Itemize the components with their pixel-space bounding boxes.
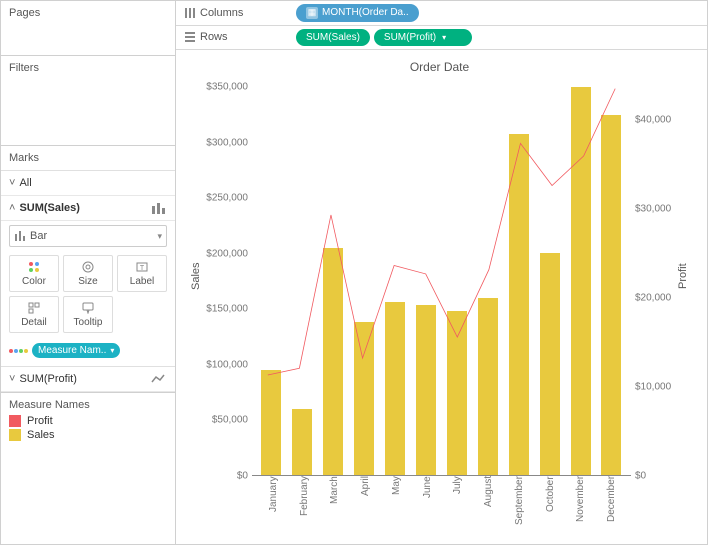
- x-tick: June: [422, 476, 433, 536]
- profit-line[interactable]: [268, 89, 615, 375]
- x-tick: August: [483, 476, 494, 536]
- marks-all-row[interactable]: ˅ All: [1, 171, 175, 196]
- y-tick-left: $200,000: [204, 248, 252, 259]
- measure-names-pill[interactable]: Measure Nam.. ▾: [32, 343, 120, 358]
- size-icon: [66, 260, 110, 274]
- chevron-up-icon: ˄: [9, 202, 15, 214]
- dropdown-icon: ▾: [110, 346, 114, 355]
- marks-sumsales-row[interactable]: ˄ SUM(Sales): [1, 196, 175, 221]
- columns-icon: [184, 7, 200, 19]
- month-pill[interactable]: ▦ MONTH(Order Da..: [296, 4, 419, 22]
- filters-pane[interactable]: Filters: [1, 56, 175, 146]
- y-tick-left: $150,000: [204, 304, 252, 315]
- y-axis-right-label: Profit: [675, 76, 691, 476]
- chart-area: Order Date Sales $0 $50,000 $100,000 $150,0…: [176, 50, 707, 544]
- tooltip-card[interactable]: Tooltip: [63, 296, 113, 333]
- detail-icon: [12, 301, 56, 315]
- y-tick-right: $10,000: [631, 382, 675, 393]
- y-tick-left: $350,000: [204, 82, 252, 93]
- y-tick-left: $300,000: [204, 137, 252, 148]
- legend-swatch-profit: [9, 415, 21, 427]
- measure-dots-icon: [9, 349, 28, 353]
- x-axis: January February March April May June July Augu…: [254, 476, 631, 536]
- dropdown-icon: ▾: [442, 33, 446, 42]
- x-tick: September: [514, 476, 525, 536]
- mark-type-value: Bar: [30, 230, 157, 242]
- x-tick: October: [545, 476, 556, 536]
- legend-pane: Measure Names Profit Sales: [1, 393, 175, 544]
- svg-text:T: T: [140, 265, 145, 272]
- x-tick: July: [452, 476, 463, 536]
- filters-title: Filters: [9, 62, 167, 74]
- color-card[interactable]: Color: [9, 255, 59, 292]
- y-axis-left-ticks: $0$50,000$100,000$150,000$200,000$250,00…: [204, 76, 252, 476]
- mark-type-select[interactable]: Bar ▾: [9, 225, 167, 247]
- y-axis-right-ticks: $0$10,000$20,000$30,000$40,000: [631, 76, 675, 476]
- columns-shelf[interactable]: Columns ▦ MONTH(Order Da..: [176, 1, 707, 26]
- bar-mark-icon: [151, 202, 167, 214]
- marks-title: Marks: [1, 146, 175, 171]
- y-tick-left: $100,000: [204, 359, 252, 370]
- x-tick: February: [299, 476, 310, 536]
- x-tick: May: [391, 476, 402, 536]
- y-tick-left: $0: [204, 471, 252, 482]
- marks-all-label: All: [19, 177, 167, 189]
- dropdown-icon: ▾: [157, 231, 162, 242]
- legend-swatch-sales: [9, 429, 21, 441]
- chart-title: Order Date: [188, 60, 691, 74]
- size-card[interactable]: Size: [63, 255, 113, 292]
- label-icon: T: [120, 260, 164, 274]
- pages-title: Pages: [9, 7, 167, 19]
- rows-icon: [184, 31, 200, 43]
- y-tick-right: $40,000: [631, 115, 675, 126]
- color-icon: [12, 260, 56, 274]
- x-tick: January: [268, 476, 279, 536]
- expand-icon: ▦: [306, 7, 318, 19]
- label-card[interactable]: T Label: [117, 255, 167, 292]
- x-tick: March: [329, 476, 340, 536]
- legend-item-sales[interactable]: Sales: [9, 429, 167, 441]
- sumsales-pill[interactable]: SUM(Sales): [296, 29, 370, 46]
- y-tick-right: $20,000: [631, 293, 675, 304]
- marks-pane: Marks ˅ All ˄ SUM(Sales) Bar ▾ Color: [1, 146, 175, 393]
- plot-region[interactable]: [252, 76, 631, 476]
- rows-label: Rows: [200, 31, 296, 43]
- rows-shelf[interactable]: Rows SUM(Sales) SUM(Profit) ▾: [176, 26, 707, 51]
- chevron-down-icon: ˅: [9, 177, 15, 189]
- detail-card[interactable]: Detail: [9, 296, 59, 333]
- x-tick: April: [360, 476, 371, 536]
- marks-sumprofit-row[interactable]: ˅ SUM(Profit): [1, 366, 175, 392]
- tooltip-icon: [66, 301, 110, 315]
- y-tick-left: $50,000: [204, 415, 252, 426]
- marks-sumsales-label: SUM(Sales): [19, 202, 151, 214]
- y-tick-right: $30,000: [631, 204, 675, 215]
- legend-title: Measure Names: [9, 399, 167, 411]
- legend-item-profit[interactable]: Profit: [9, 415, 167, 427]
- sumprofit-pill[interactable]: SUM(Profit) ▾: [374, 29, 472, 46]
- pages-pane[interactable]: Pages: [1, 1, 175, 56]
- y-axis-left-label: Sales: [188, 76, 204, 476]
- bar-type-icon: [14, 231, 26, 241]
- line-mark-icon: [151, 374, 167, 384]
- marks-sumprofit-label: SUM(Profit): [19, 373, 151, 385]
- columns-label: Columns: [200, 7, 296, 19]
- chevron-down-icon: ˅: [9, 373, 15, 385]
- x-tick: December: [606, 476, 617, 536]
- x-tick: November: [575, 476, 586, 536]
- y-tick-left: $250,000: [204, 193, 252, 204]
- y-tick-right: $0: [631, 471, 675, 482]
